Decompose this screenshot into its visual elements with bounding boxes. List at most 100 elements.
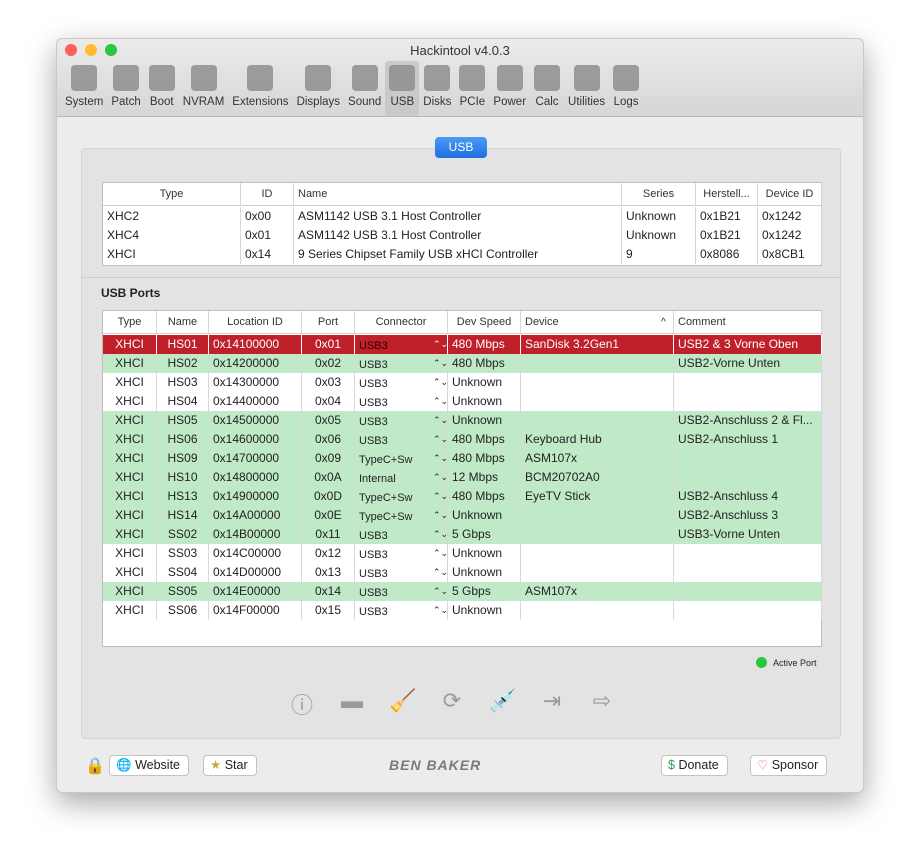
remove-icon[interactable]: ▬ (339, 688, 365, 720)
calc-icon (534, 65, 561, 91)
nvram-icon (190, 65, 217, 91)
table-row[interactable]: XHCI HS01 0x14100000 0x01 USB3 480 Mbps SanDis… (103, 335, 822, 354)
table-row[interactable]: XHCI SS03 0x14C00000 0x12 USB3 Unknown ⌃⌄ (103, 544, 822, 563)
cell: 0x02 (302, 354, 355, 373)
import-icon[interactable]: ⇥ (539, 688, 565, 720)
table-header[interactable]: Type Name Location ID Port Connector Dev Spee… (103, 311, 822, 334)
cell: XHCI (103, 582, 157, 601)
info-icon[interactable]: ⓘ (289, 688, 315, 720)
chevron-updown-icon: ⌃⌄ (433, 548, 449, 558)
toolbar-displays[interactable]: Displays (293, 61, 344, 116)
cell: SS06 (157, 601, 209, 620)
refresh-icon[interactable]: ⟳ (439, 688, 465, 720)
usb-ports-table[interactable]: Type Name Location ID Port Connector Dev Spee… (102, 310, 822, 647)
table-row[interactable]: XHC4 0x01 ASM1142 USB 3.1 Host Controller U… (103, 226, 822, 245)
cell: XHCI (103, 563, 157, 582)
table-row[interactable]: XHC2 0x00 ASM1142 USB 3.1 Host Controller U… (103, 207, 822, 226)
table-row[interactable]: XHCI HS05 0x14500000 0x05 USB3 Unknown USB2-An… (103, 411, 822, 430)
cell: 0x11 (302, 525, 355, 544)
sponsor-button[interactable]: ♡ Sponsor (750, 755, 828, 776)
cell: 0x14200000 (209, 354, 302, 373)
chevron-updown-icon: ⌃⌄ (433, 605, 449, 615)
cell: 0x14500000 (209, 411, 302, 430)
cell: ID (241, 183, 294, 205)
cell: 0x8086 (696, 245, 758, 264)
cell: 0x0D (302, 487, 355, 506)
usb-ports-heading: USB Ports (101, 286, 161, 300)
toolbar-system[interactable]: System (61, 61, 107, 116)
disks-icon (424, 65, 451, 91)
toolbar-calc[interactable]: Calc (530, 61, 564, 116)
cell: HS05 (157, 411, 209, 430)
cell: XHCI (103, 411, 157, 430)
inject-syringe-icon[interactable]: 💉 (489, 688, 516, 720)
toolbar-logs[interactable]: Logs (609, 61, 643, 116)
toolbar-usb[interactable]: USB (385, 61, 420, 116)
active-port-legend: Active Port (756, 657, 817, 668)
cell: 0x14700000 (209, 449, 302, 468)
export-icon[interactable]: ⇨ (589, 688, 615, 720)
cell: 0x14600000 (209, 430, 302, 449)
table-row[interactable]: XHCI HS06 0x14600000 0x06 USB3 480 Mbps Keyboa… (103, 430, 822, 449)
table-row[interactable]: XHCI HS03 0x14300000 0x03 USB3 Unknown ⌃⌄ (103, 373, 822, 392)
cell: 0x05 (302, 411, 355, 430)
toolbar-extensions[interactable]: Extensions (228, 61, 292, 116)
table-row[interactable]: XHCI HS09 0x14700000 0x09 TypeC+Sw 480 Mbps AS… (103, 449, 822, 468)
table-row[interactable]: XHCI SS06 0x14F00000 0x15 USB3 Unknown ⌃⌄ (103, 601, 822, 620)
cell: HS03 (157, 373, 209, 392)
cell: XHCI (103, 373, 157, 392)
chevron-updown-icon: ⌃⌄ (433, 339, 449, 349)
toolbar-boot[interactable]: Boot (145, 61, 179, 116)
cell: 0x14F00000 (209, 601, 302, 620)
table-header[interactable]: Type ID Name Series Herstell... Device ID (103, 183, 822, 206)
cell: 0x14D00000 (209, 563, 302, 582)
lock-icon[interactable]: 🔒 (85, 756, 105, 776)
extensions-icon (247, 65, 274, 91)
cell: 9 (622, 245, 696, 264)
cell: HS01 (157, 335, 209, 354)
table-row[interactable]: XHCI HS13 0x14900000 0x0D TypeC+Sw 480 Mbps Ey… (103, 487, 822, 506)
toolbar-sound[interactable]: Sound (344, 61, 385, 116)
cell: XHCI (103, 468, 157, 487)
cell: XHC2 (103, 207, 241, 226)
cell: XHCI (103, 601, 157, 620)
globe-icon: 🌐 (116, 758, 132, 772)
table-row[interactable]: XHCI HS02 0x14200000 0x02 USB3 480 Mbps USB2-V… (103, 354, 822, 373)
cell: 0x14 (241, 245, 294, 264)
cell: 0x13 (302, 563, 355, 582)
table-row[interactable]: XHCI SS04 0x14D00000 0x13 USB3 Unknown ⌃⌄ (103, 563, 822, 582)
cell: 0x14B00000 (209, 525, 302, 544)
toolbar-disks[interactable]: Disks (419, 61, 455, 116)
controllers-table[interactable]: Type ID Name Series Herstell... Device ID XHC2… (102, 182, 822, 266)
cell: Port (302, 311, 355, 333)
toolbar-nvram[interactable]: NVRAM (179, 61, 229, 116)
toolbar-patch[interactable]: Patch (107, 61, 144, 116)
table-row[interactable]: XHCI 0x14 9 Series Chipset Family USB xHCI… (103, 245, 822, 264)
cell: XHCI (103, 335, 157, 354)
cell: SS05 (157, 582, 209, 601)
chevron-updown-icon: ⌃⌄ (433, 434, 449, 444)
star-button[interactable]: ★ Star (203, 755, 257, 776)
cell: Series (622, 183, 696, 205)
cell: HS02 (157, 354, 209, 373)
toolbar-power[interactable]: Power (489, 61, 530, 116)
table-row[interactable]: XHCI HS10 0x14800000 0x0A Internal 12 Mbps BCM… (103, 468, 822, 487)
usb-icon (389, 65, 416, 91)
donate-button[interactable]: $ Donate (661, 755, 728, 776)
table-row[interactable]: XHCI SS02 0x14B00000 0x11 USB3 5 Gbps USB3-Vor… (103, 525, 822, 544)
app-window: Hackintool v4.0.3 System Patch Boot NVRAM Ex… (56, 38, 864, 793)
sort-ascending-icon[interactable]: ^ (661, 311, 666, 334)
cell: Device (521, 311, 674, 333)
chevron-updown-icon: ⌃⌄ (433, 567, 449, 577)
table-row[interactable]: XHCI HS04 0x14400000 0x04 USB3 Unknown ⌃⌄ (103, 392, 822, 411)
toolbar-utilities[interactable]: Utilities (564, 61, 609, 116)
tab-usb[interactable]: USB (435, 137, 487, 158)
table-row[interactable]: XHCI HS14 0x14A00000 0x0E TypeC+Sw Unknown USB… (103, 506, 822, 525)
toolbar-pcie[interactable]: PCIe (455, 61, 489, 116)
table-row[interactable]: XHCI SS05 0x14E00000 0x14 USB3 5 Gbps ASM107x ⌃… (103, 582, 822, 601)
clean-broom-icon[interactable]: 🧹 (389, 688, 416, 720)
cell: Location ID (209, 311, 302, 333)
website-button[interactable]: 🌐 Website (109, 755, 189, 776)
cell: 0x1242 (758, 207, 822, 226)
cell: Name (157, 311, 209, 333)
